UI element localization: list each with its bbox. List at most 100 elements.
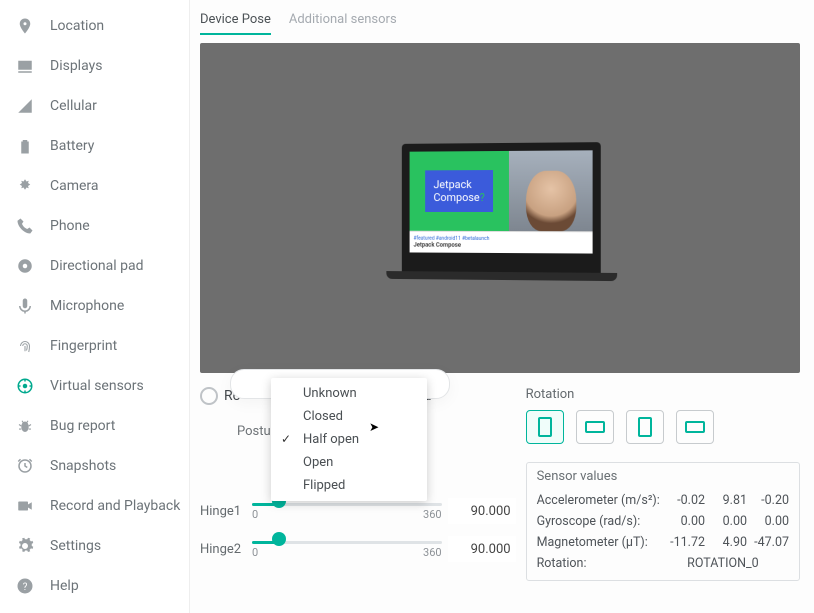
device-viewport[interactable]: Jetpack Compose? #featured #android11 #b… xyxy=(200,43,800,373)
main-panel: Device Pose Additional sensors Jetpack Co… xyxy=(190,0,814,613)
posture-option-half-open[interactable]: ✓Half open xyxy=(271,428,427,451)
compose-line2: Compose xyxy=(433,191,479,204)
posture-option-unknown[interactable]: Unknown xyxy=(271,382,427,405)
posture-panel: Posture ➤ UnknownClosed✓Half openOpenFli… xyxy=(230,369,450,399)
dpad-icon xyxy=(16,257,34,275)
slider-thumb-icon[interactable] xyxy=(272,532,286,546)
device-orientation-icon xyxy=(538,417,552,437)
hinge1-value[interactable]: 90.000 xyxy=(448,498,516,524)
rotation-sensors-col: Rotation Sensor values Accelerometer (m/… xyxy=(526,387,800,581)
hinge2-max: 360 xyxy=(423,546,442,559)
sidebar-item-label: Directional pad xyxy=(50,258,144,274)
posture-option-flipped[interactable]: Flipped xyxy=(271,474,427,497)
tab-device-pose[interactable]: Device Pose xyxy=(200,12,271,35)
sidebar-item-label: Fingerprint xyxy=(50,338,117,354)
fingerprint-icon xyxy=(16,337,34,355)
location-icon xyxy=(16,17,34,35)
hinge2-value[interactable]: 90.000 xyxy=(448,536,516,562)
hinge1-min: 0 xyxy=(252,508,258,521)
sidebar-item-label: Record and Playback xyxy=(50,498,180,514)
radio-circle-icon xyxy=(200,387,218,405)
cellular-icon xyxy=(16,97,34,115)
compose-title-box: Jetpack Compose? xyxy=(426,170,493,212)
cursor-icon: ➤ xyxy=(369,420,379,434)
tab-bar: Device Pose Additional sensors xyxy=(200,0,800,43)
help-icon: ? xyxy=(16,577,34,595)
hinge2-min: 0 xyxy=(252,546,258,559)
sidebar-item-virtual-sensors[interactable]: Virtual sensors xyxy=(0,366,189,406)
sidebar-item-label: Help xyxy=(50,578,79,594)
sensor-value: 0.00 xyxy=(747,514,789,529)
device-orientation-icon xyxy=(585,421,605,433)
posture-dropdown[interactable]: UnknownClosed✓Half openOpenFlipped xyxy=(271,378,427,501)
tab-additional-sensors[interactable]: Additional sensors xyxy=(289,12,397,35)
sensor-value: -11.72 xyxy=(663,535,705,550)
device-screen: Jetpack Compose? #featured #android11 #b… xyxy=(410,150,593,253)
sensor-label: Magnetometer (μT): xyxy=(537,535,663,550)
rotation-portrait-button[interactable] xyxy=(526,410,564,444)
sensor-row: Accelerometer (m/s²):-0.029.81-0.20 xyxy=(537,490,789,511)
displays-icon xyxy=(16,57,34,75)
sensor-value: 9.81 xyxy=(705,493,747,508)
sidebar-item-snapshots[interactable]: Snapshots xyxy=(0,446,189,486)
sidebar-item-help[interactable]: ? Help xyxy=(0,566,189,606)
device-laptop: Jetpack Compose? #featured #android11 #b… xyxy=(402,142,601,274)
sidebar-item-label: Location xyxy=(50,18,104,34)
svg-text:?: ? xyxy=(23,582,28,593)
sidebar-item-displays[interactable]: Displays xyxy=(0,46,189,86)
snapshots-icon xyxy=(16,457,34,475)
device-orientation-icon xyxy=(638,417,652,437)
sidebar-item-label: Bug report xyxy=(50,418,115,434)
posture-option-closed[interactable]: Closed xyxy=(271,405,427,428)
sidebar-item-directional-pad[interactable]: Directional pad xyxy=(0,246,189,286)
record-icon xyxy=(16,497,34,515)
sensor-value: -0.02 xyxy=(663,493,705,508)
sidebar-item-microphone[interactable]: Microphone xyxy=(0,286,189,326)
camera-icon xyxy=(16,177,34,195)
hinge2-label: Hinge2 xyxy=(200,542,246,557)
sensor-value: ROTATION_0 xyxy=(679,556,789,571)
screen-right-pane xyxy=(509,150,592,231)
hinge2-slider[interactable]: 0 360 xyxy=(252,531,442,567)
sidebar-item-phone[interactable]: Phone xyxy=(0,206,189,246)
sensor-value: 0.00 xyxy=(663,514,705,529)
sensor-label: Gyroscope (rad/s): xyxy=(537,514,663,529)
device-orientation-icon xyxy=(685,421,705,433)
presenter-face xyxy=(526,171,576,232)
sensor-title: Sensor values xyxy=(527,469,799,490)
sidebar-item-fingerprint[interactable]: Fingerprint xyxy=(0,326,189,366)
hinge2-row: Hinge2 0 360 90.000 xyxy=(200,531,516,567)
rotation-grid xyxy=(526,410,800,444)
rotation-portrait-rev-button[interactable] xyxy=(626,410,664,444)
sidebar-item-label: Settings xyxy=(50,538,101,554)
rotation-landscape-rev-button[interactable] xyxy=(676,410,714,444)
sidebar-item-battery[interactable]: Battery xyxy=(0,126,189,166)
sensor-value: 4.90 xyxy=(705,535,747,550)
sidebar: Location Displays Cellular Battery CameraPho… xyxy=(0,0,190,613)
sidebar-item-label: Battery xyxy=(50,138,94,154)
check-icon: ✓ xyxy=(281,432,291,446)
virtual-sensors-icon xyxy=(16,377,34,395)
compose-line1: Jetpack xyxy=(433,178,471,191)
sensor-row: Rotation:ROTATION_0 xyxy=(537,553,789,574)
sidebar-item-record-and-playback[interactable]: Record and Playback xyxy=(0,486,189,526)
bug-icon xyxy=(16,417,34,435)
sidebar-item-bug-report[interactable]: Bug report xyxy=(0,406,189,446)
screen-left-pane: Jetpack Compose? xyxy=(410,151,510,231)
sidebar-item-camera[interactable]: Camera xyxy=(0,166,189,206)
sidebar-item-cellular[interactable]: Cellular xyxy=(0,86,189,126)
sidebar-item-label: Cellular xyxy=(50,98,97,114)
posture-option-open[interactable]: Open xyxy=(271,451,427,474)
rotation-label: Rotation xyxy=(526,387,800,402)
sensor-label: Rotation: xyxy=(537,556,680,571)
sensor-value: 0.00 xyxy=(705,514,747,529)
sidebar-item-label: Microphone xyxy=(50,298,124,314)
battery-icon xyxy=(16,137,34,155)
sidebar-item-location[interactable]: Location xyxy=(0,6,189,46)
sidebar-item-settings[interactable]: Settings xyxy=(0,526,189,566)
sensor-values-box: Sensor values Accelerometer (m/s²):-0.02… xyxy=(526,462,800,581)
rotation-landscape-button[interactable] xyxy=(576,410,614,444)
sidebar-item-label: Snapshots xyxy=(50,458,116,474)
sensor-table: Accelerometer (m/s²):-0.029.81-0.20 Gyros… xyxy=(527,490,799,574)
sensor-value: -0.20 xyxy=(747,493,789,508)
